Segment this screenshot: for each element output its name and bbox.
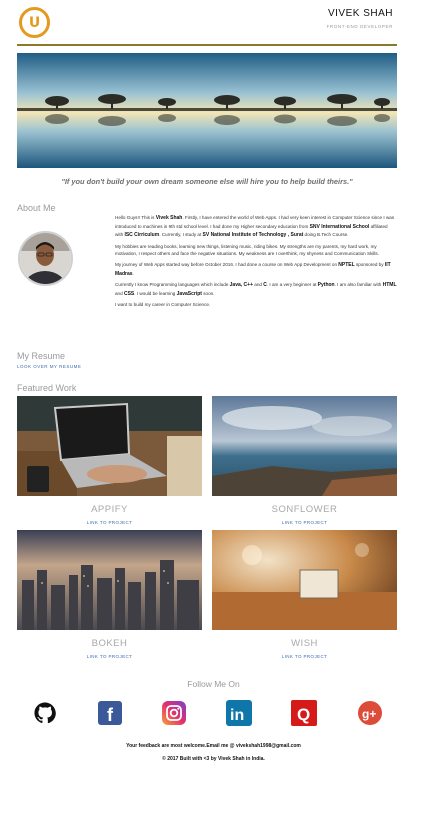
about-paragraph-hobbies: My hobbies are reading books, learning n…: [115, 243, 380, 257]
instagram-icon[interactable]: [160, 699, 188, 727]
about-paragraph-career: I want to build my career in Computer Sc…: [115, 302, 211, 308]
featured-section-title: Featured Work: [17, 383, 77, 393]
resume-section-title: My Resume: [17, 351, 66, 361]
github-icon[interactable]: [31, 699, 59, 727]
quora-glyph: Q: [297, 705, 310, 724]
resume-link[interactable]: LOOK OVER MY RESUME: [17, 364, 81, 369]
site-owner-name: VIVEK SHAH: [327, 8, 393, 19]
linkedin-glyph: in: [230, 707, 244, 724]
about-paragraph-skills: Currently I know Programming languages w…: [115, 282, 397, 297]
about-paragraph-intro: Hello Guys!! This is Vivek Shah. Firstly…: [115, 215, 395, 239]
facebook-icon[interactable]: f: [96, 699, 124, 727]
google-plus-glyph: g+: [362, 707, 376, 721]
follow-section-title: Follow Me On: [187, 679, 240, 689]
site-header: U VIVEK SHAH FRONT-END DEVELOPER: [17, 0, 397, 46]
project-link-bokeh[interactable]: LINK TO PROJECT: [17, 654, 202, 659]
linkedin-icon[interactable]: in: [225, 699, 253, 727]
footer-copyright: © 2017 Built with <3 by Vivek Shah in In…: [162, 756, 265, 762]
logo-letter: U: [28, 14, 41, 31]
project-link-wish[interactable]: LINK TO PROJECT: [212, 654, 397, 659]
project-image-bokeh[interactable]: [17, 530, 202, 630]
quora-icon[interactable]: Q: [290, 699, 318, 727]
about-description: Hello Guys!! This is Vivek Shah. Firstly…: [115, 214, 397, 312]
project-link-appify[interactable]: LINK TO PROJECT: [17, 520, 202, 525]
project-image-sonflower[interactable]: [212, 396, 397, 496]
about-paragraph-journey: My journey of Web Apps started way befor…: [115, 261, 391, 277]
profile-avatar: [18, 231, 73, 286]
project-title-bokeh: BOKEH: [91, 638, 128, 649]
project-link-sonflower[interactable]: LINK TO PROJECT: [212, 520, 397, 525]
project-title-wish: WISH: [291, 638, 318, 649]
facebook-glyph: f: [107, 705, 114, 725]
feedback-note: Your feedback are most welcome.Email me …: [126, 743, 301, 749]
project-image-wish[interactable]: [212, 530, 397, 630]
project-title-sonflower: SONFLOWER: [271, 504, 338, 515]
about-section-title: About Me: [17, 203, 56, 213]
motivational-quote: "If you don't build your own dream someo…: [61, 177, 353, 186]
site-owner-role: FRONT-END DEVELOPER: [326, 24, 393, 29]
google-plus-icon[interactable]: g+: [356, 699, 384, 727]
project-title-appify: APPIFY: [91, 504, 128, 515]
project-image-appify[interactable]: [17, 396, 202, 496]
hero-banner-image: [17, 53, 397, 168]
logo[interactable]: U: [19, 7, 50, 38]
